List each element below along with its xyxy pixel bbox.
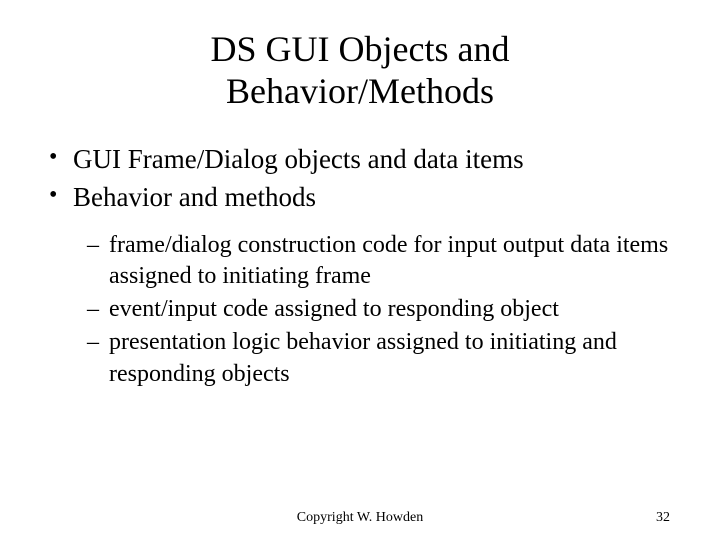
bullet-text: GUI Frame/Dialog objects and data items [73,144,524,174]
sub-bullet-list: frame/dialog construction code for input… [87,230,675,390]
slide-title: DS GUI Objects and Behavior/Methods [45,28,675,113]
page-number: 32 [656,510,670,526]
list-item: presentation logic behavior assigned to … [87,327,675,389]
sub-bullet-text: event/input code assigned to responding … [109,296,559,322]
list-item: event/input code assigned to responding … [87,294,675,325]
title-line-1: DS GUI Objects and [211,29,510,69]
list-item: frame/dialog construction code for input… [87,230,675,292]
copyright-text: Copyright W. Howden [297,510,423,526]
sub-bullet-text: frame/dialog construction code for input… [109,232,668,289]
sub-bullet-text: presentation logic behavior assigned to … [109,329,617,386]
list-item: Behavior and methods frame/dialog constr… [45,179,675,389]
list-item: GUI Frame/Dialog objects and data items [45,141,675,177]
bullet-text: Behavior and methods [73,182,316,212]
main-bullet-list: GUI Frame/Dialog objects and data items … [45,141,675,390]
title-line-2: Behavior/Methods [226,71,494,111]
